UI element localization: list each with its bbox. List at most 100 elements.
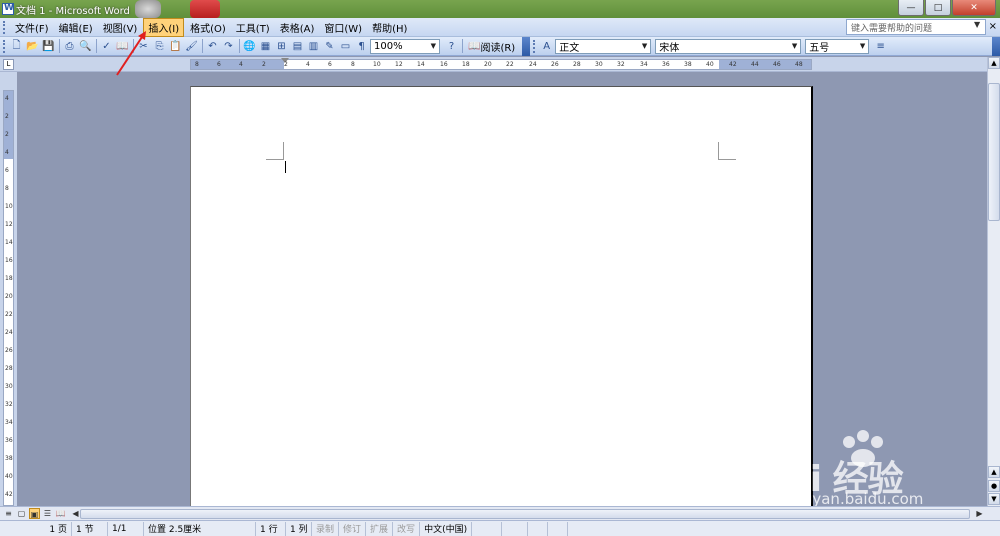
status-empty xyxy=(548,521,569,536)
insert-excel-icon[interactable]: ▤ xyxy=(290,39,305,54)
format-painter-icon[interactable]: 🖌 xyxy=(184,39,199,54)
align-icon[interactable]: ≡ xyxy=(873,39,888,54)
maximize-button[interactable]: □ xyxy=(925,0,951,16)
redo-icon[interactable]: ↷ xyxy=(221,39,236,54)
style-select[interactable]: 正文 ▼ xyxy=(555,38,652,54)
spelling-icon[interactable]: ✓ xyxy=(99,39,114,54)
help-dropdown-icon[interactable]: ▼ xyxy=(974,20,984,32)
save-icon[interactable]: 💾 xyxy=(41,39,56,54)
menu-tools[interactable]: 工具(T) xyxy=(232,19,274,36)
drawing-icon[interactable]: ✎ xyxy=(322,39,337,54)
menu-insert[interactable]: 插入(I) xyxy=(143,17,185,37)
document-map-icon[interactable]: ▭ xyxy=(338,39,353,54)
chevron-down-icon[interactable]: ▼ xyxy=(860,42,865,50)
style-icon[interactable]: A xyxy=(539,39,554,54)
ruler-tick: 28 xyxy=(5,365,13,372)
print-icon[interactable]: ⎙ xyxy=(62,39,77,54)
toolbar-grip[interactable] xyxy=(533,39,537,53)
cut-icon[interactable]: ✂ xyxy=(136,39,151,54)
ruler-tick: 4 xyxy=(5,149,9,156)
undo-icon[interactable]: ↶ xyxy=(205,39,220,54)
toolbar-options-icon[interactable] xyxy=(992,36,1000,56)
ruler-tick: 8 xyxy=(5,185,9,192)
research-icon[interactable]: 📖 xyxy=(115,39,130,54)
menu-edit[interactable]: 编辑(E) xyxy=(55,19,97,36)
print-preview-icon[interactable]: 🔍 xyxy=(78,39,93,54)
ruler-tick: 34 xyxy=(5,419,13,426)
copy-icon[interactable]: ⎘ xyxy=(152,39,167,54)
zoom-select[interactable]: 100% ▼ xyxy=(370,38,440,54)
new-icon[interactable]: 🗋 xyxy=(9,39,24,54)
ruler-tick: 42 xyxy=(729,61,737,68)
show-hide-icon[interactable]: ¶ xyxy=(354,39,369,54)
insert-table-icon[interactable]: ⊞ xyxy=(274,39,289,54)
status-bar: 1 页 1 节 1/1 位置 2.5厘米 1 行 1 列 录制 修订 扩展 改写… xyxy=(0,520,1000,536)
scroll-right-icon[interactable]: ▶ xyxy=(974,508,985,519)
crop-mark-top-right xyxy=(718,142,736,160)
print-view-icon[interactable]: ▣ xyxy=(29,508,40,519)
status-ovr[interactable]: 改写 xyxy=(393,521,421,536)
menu-window[interactable]: 窗口(W) xyxy=(320,19,366,36)
status-rec[interactable]: 录制 xyxy=(312,521,340,536)
font-select[interactable]: 宋体 ▼ xyxy=(655,38,802,54)
document-page[interactable] xyxy=(190,86,813,506)
status-line: 1 行 xyxy=(256,521,286,536)
font-size-select[interactable]: 五号 ▼ xyxy=(805,38,870,54)
columns-icon[interactable]: ▥ xyxy=(306,39,321,54)
separator xyxy=(96,39,97,53)
chevron-down-icon[interactable]: ▼ xyxy=(431,42,436,50)
help-search-input[interactable]: 键入需要帮助的问题 xyxy=(846,19,986,35)
ruler-tick: 12 xyxy=(5,221,13,228)
scroll-up-icon[interactable]: ▲ xyxy=(988,57,1000,69)
normal-view-icon[interactable]: ≡ xyxy=(3,508,14,519)
status-trk[interactable]: 修订 xyxy=(339,521,367,536)
ruler-tick: 14 xyxy=(417,61,425,68)
ruler-tick: 16 xyxy=(5,257,13,264)
ruler-tick: 2 xyxy=(5,131,9,138)
menu-bar: 文件(F) 编辑(E) 视图(V) 插入(I) 格式(O) 工具(T) 表格(A… xyxy=(0,17,1000,37)
status-col: 1 列 xyxy=(286,521,312,536)
ruler-tick: 2 xyxy=(5,113,9,120)
menu-format[interactable]: 格式(O) xyxy=(186,19,230,36)
status-ext[interactable]: 扩展 xyxy=(366,521,394,536)
status-empty xyxy=(472,521,503,536)
paste-icon[interactable]: 📋 xyxy=(168,39,183,54)
word-app-icon[interactable] xyxy=(2,3,14,15)
outline-view-icon[interactable]: ☰ xyxy=(42,508,53,519)
ruler-tick: 36 xyxy=(5,437,13,444)
ruler-tick: 18 xyxy=(462,61,470,68)
menu-file[interactable]: 文件(F) xyxy=(11,19,53,36)
scroll-thumb[interactable] xyxy=(988,83,1000,221)
open-icon[interactable]: 📂 xyxy=(25,39,40,54)
close-button[interactable]: ✕ xyxy=(952,0,996,16)
vertical-ruler[interactable]: 4 2 2 4 6 8 10 12 14 16 18 20 22 24 26 28 30 32 34 36 38 40 42 xyxy=(3,90,14,506)
menu-table[interactable]: 表格(A) xyxy=(276,19,319,36)
horizontal-ruler[interactable]: 8 6 4 2 2 4 6 8 10 12 14 16 18 20 22 24 26 28 30 32 34 36 38 40… xyxy=(190,58,812,70)
watermark: Bai 经验 jingyan.baidu.com xyxy=(760,428,990,508)
hyperlink-icon[interactable]: 🌐 xyxy=(242,39,257,54)
ruler-tick: 38 xyxy=(684,61,692,68)
horizontal-scroll-thumb[interactable] xyxy=(80,509,970,519)
chevron-down-icon[interactable]: ▼ xyxy=(642,42,647,50)
ruler-tick: 24 xyxy=(5,329,13,336)
tab-selector[interactable]: L xyxy=(3,59,14,70)
minimize-button[interactable]: — xyxy=(898,0,924,16)
help-icon[interactable]: ? xyxy=(444,39,459,54)
ruler-tick: 20 xyxy=(484,61,492,68)
read-button[interactable]: 📖 阅读(R) xyxy=(465,39,518,54)
ruler-tick: 30 xyxy=(595,61,603,68)
toolbar-options-icon[interactable] xyxy=(522,36,531,56)
ruler-tick: 26 xyxy=(551,61,559,68)
close-document-icon[interactable]: × xyxy=(989,21,997,32)
chevron-down-icon[interactable]: ▼ xyxy=(792,42,797,50)
text-cursor xyxy=(285,161,286,173)
web-view-icon[interactable]: ▢ xyxy=(16,508,27,519)
menu-help[interactable]: 帮助(H) xyxy=(368,19,411,36)
toolbar: 🗋 📂 💾 ⎙ 🔍 ✓ 📖 ✂ ⎘ 📋 🖌 ↶ ↷ 🌐 ▦ ⊞ ▤ ▥ ✎ ▭ … xyxy=(0,36,1000,56)
toolbar-grip[interactable] xyxy=(3,39,7,53)
tables-borders-icon[interactable]: ▦ xyxy=(258,39,273,54)
menubar-grip[interactable] xyxy=(3,20,7,34)
reading-view-icon[interactable]: 📖 xyxy=(55,508,66,519)
menu-view[interactable]: 视图(V) xyxy=(99,19,142,36)
ruler-tick: 36 xyxy=(662,61,670,68)
